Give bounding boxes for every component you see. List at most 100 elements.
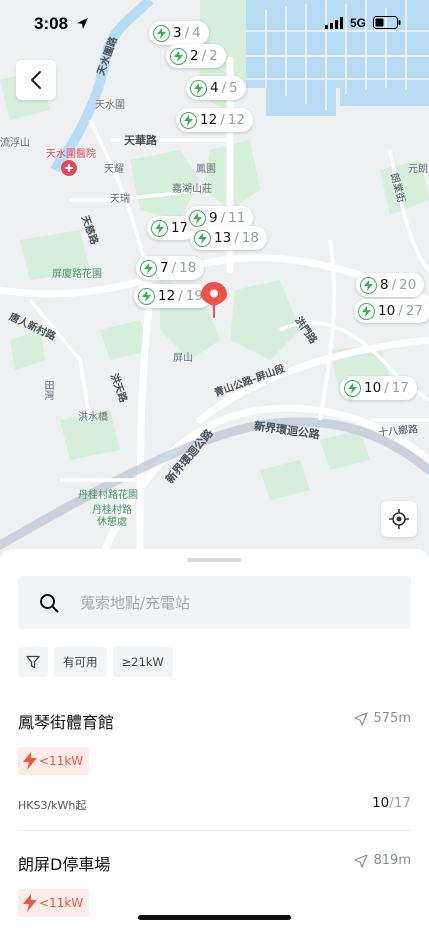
charger-marker[interactable]: 4/5 xyxy=(186,76,246,100)
map-view[interactable]: 天水圍醫院 天水圍 天華路 天耀 天瑞 流浮山 鳳園 嘉湖山莊 屏廈路花園 屏山… xyxy=(0,0,429,560)
filter-bar: 有可用 ≥21kW xyxy=(18,647,173,677)
back-button[interactable] xyxy=(16,60,56,100)
navigate-arrow-icon xyxy=(353,711,368,726)
search-bar[interactable]: 蒐索地點/充電站 xyxy=(18,576,411,629)
marker-total: 2 xyxy=(209,48,218,64)
map-place-label: 丹桂村路休憩處 xyxy=(92,505,132,528)
marker-separator: / xyxy=(220,112,225,128)
map-place-label: 元朗 xyxy=(408,164,428,175)
marker-total: 5 xyxy=(229,80,238,96)
marker-available: 8 xyxy=(380,277,389,293)
bolt-icon xyxy=(194,229,211,247)
map-place-label: 天水圍 xyxy=(95,100,125,111)
charger-marker[interactable]: 10/17 xyxy=(340,376,417,400)
marker-separator: / xyxy=(171,260,177,276)
charger-marker[interactable]: 13/18 xyxy=(190,226,267,250)
bolt-icon xyxy=(358,302,375,320)
map-place-label: 洪水橋 xyxy=(78,412,108,423)
charger-marker[interactable]: 10/27 xyxy=(354,299,429,323)
bolt-icon xyxy=(190,79,207,97)
location-pin-icon[interactable] xyxy=(201,282,227,324)
charger-marker[interactable]: 8/20 xyxy=(356,273,425,297)
bolt-icon xyxy=(151,219,168,237)
marker-total: 18 xyxy=(241,230,259,246)
charger-marker[interactable]: 12/12 xyxy=(176,108,253,132)
map-place-label: 天耀 xyxy=(104,164,124,175)
marker-available: 9 xyxy=(209,210,218,226)
marker-available: 12 xyxy=(158,288,176,304)
map-place-label: 田灣 xyxy=(42,380,53,400)
station-name: 鳳琴街體育館 xyxy=(18,713,115,732)
map-place-label: 丹桂村路花園 xyxy=(78,490,138,501)
lightning-icon xyxy=(23,894,37,912)
station-name: 朗屏D停車場 xyxy=(18,855,111,874)
marker-available: 10 xyxy=(364,380,382,396)
power-badge-label: <11kW xyxy=(39,896,84,910)
marker-total: 27 xyxy=(405,303,423,319)
home-indicator xyxy=(138,915,291,920)
bolt-icon xyxy=(344,379,361,397)
marker-separator: / xyxy=(398,303,403,319)
network-type: 5G xyxy=(350,16,367,30)
marker-total: 11 xyxy=(228,210,246,226)
marker-available: 12 xyxy=(200,112,218,128)
marker-separator: / xyxy=(220,210,226,226)
filter-chip-power[interactable]: ≥21kW xyxy=(112,647,173,677)
sheet-grabber[interactable] xyxy=(187,558,241,562)
marker-separator: / xyxy=(384,380,389,396)
marker-available: 4 xyxy=(210,80,219,96)
bolt-icon xyxy=(189,209,206,227)
filter-button[interactable] xyxy=(18,647,48,677)
charger-marker[interactable]: 12/19 xyxy=(134,284,211,308)
signal-icon xyxy=(325,17,343,29)
chevron-left-icon xyxy=(31,71,41,89)
power-badge: <11kW xyxy=(18,747,90,775)
map-place-label: 鳳園 xyxy=(196,164,216,175)
marker-total: 18 xyxy=(179,260,197,276)
marker-total: 17 xyxy=(391,380,409,396)
map-place-label: 天水圍醫院 xyxy=(46,149,96,160)
station-distance: 575m xyxy=(353,711,411,726)
map-place-label: 屏山 xyxy=(173,353,193,364)
bolt-icon xyxy=(140,259,157,277)
marker-available: 10 xyxy=(378,303,396,319)
map-place-label: 屏廈路花園 xyxy=(52,269,102,280)
marker-separator: / xyxy=(221,80,227,96)
filter-chip-available[interactable]: 有可用 xyxy=(54,647,107,677)
status-time: 3:08 xyxy=(34,14,69,33)
list-divider xyxy=(18,830,411,831)
battery-icon xyxy=(373,16,401,29)
station-price: HKS3/kWh起 xyxy=(18,799,87,812)
station-total: /17 xyxy=(389,795,411,811)
station-distance: 819m xyxy=(353,853,411,868)
search-placeholder: 蒐索地點/充電站 xyxy=(80,594,191,612)
locate-button[interactable] xyxy=(381,501,417,537)
map-place-label: 嘉湖山莊 xyxy=(172,184,212,195)
station-list-sheet: 蒐索地點/充電站 有可用 ≥21kW 鳳琴街體育館 575m <11kW HKS… xyxy=(0,549,429,929)
filter-icon xyxy=(26,655,40,669)
search-icon xyxy=(36,590,62,616)
charger-marker[interactable]: 2/2 xyxy=(166,44,226,68)
navigate-arrow-icon xyxy=(353,853,368,868)
status-bar: 3:08 5G xyxy=(0,0,429,46)
bolt-icon xyxy=(170,47,187,65)
station-availability: 10/17 xyxy=(372,795,411,811)
locate-icon xyxy=(389,509,409,529)
charger-marker[interactable]: 7/18 xyxy=(136,256,205,280)
station-list-item[interactable]: 鳳琴街體育館 575m <11kW HKS3/kWh起 10/17 xyxy=(18,709,411,819)
marker-separator: / xyxy=(178,288,183,304)
map-road-label: 天華路 xyxy=(124,134,157,147)
marker-available: 2 xyxy=(190,48,199,64)
map-place-label: 天瑞 xyxy=(110,194,130,205)
marker-separator: / xyxy=(234,230,239,246)
marker-available: 7 xyxy=(160,260,169,276)
bolt-icon xyxy=(138,287,155,305)
marker-separator: / xyxy=(391,277,397,293)
station-distance-value: 819m xyxy=(373,853,411,868)
marker-total: 12 xyxy=(227,112,245,128)
marker-total: 20 xyxy=(399,277,417,293)
station-distance-value: 575m xyxy=(373,711,411,726)
map-place-label: 流浮山 xyxy=(0,138,30,149)
power-badge-label: <11kW xyxy=(39,754,84,768)
station-available: 10 xyxy=(372,795,390,811)
